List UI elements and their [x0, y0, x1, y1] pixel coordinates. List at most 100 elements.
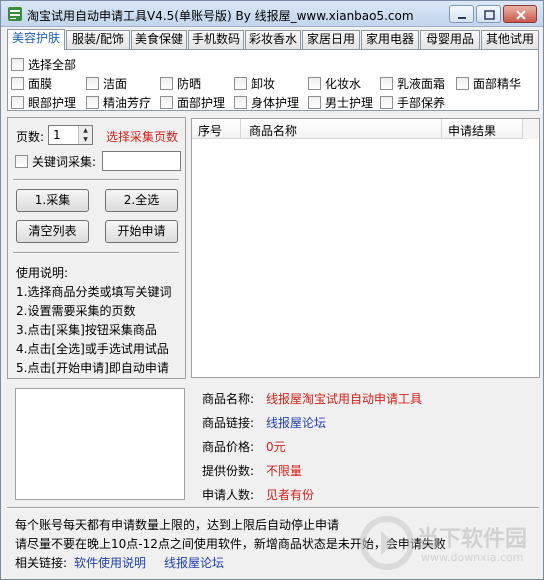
- checkbox-box[interactable]: [11, 96, 24, 109]
- checkbox-category[interactable]: 化妆水: [308, 75, 361, 92]
- checkbox-label: 卸妆: [251, 77, 276, 91]
- collect-button[interactable]: 1.采集: [16, 189, 89, 212]
- checkbox-box[interactable]: [380, 96, 393, 109]
- watermark-logo-icon: [360, 516, 414, 570]
- detail-name-value: 线报屋淘宝试用自动申请工具: [266, 392, 423, 406]
- checkbox-box[interactable]: [308, 77, 321, 90]
- instructions-title: 使用说明:: [16, 266, 69, 280]
- checkbox-category[interactable]: 防晒: [160, 75, 201, 92]
- divider: [7, 507, 539, 509]
- checkbox-label: 男士护理: [325, 96, 374, 110]
- checkbox-select-all[interactable]: 选择全部: [11, 56, 76, 73]
- app-window: 淘宝试用自动申请工具V4.5(单账号版) By 线报屋_www.xianbao5…: [0, 0, 544, 580]
- checkbox-box[interactable]: [234, 77, 247, 90]
- checkbox-label: 面部护理: [177, 96, 226, 110]
- checkbox-box[interactable]: [160, 96, 173, 109]
- checkbox-label: 化妆水: [325, 77, 362, 91]
- footer-link-manual[interactable]: 软件使用说明: [74, 554, 146, 571]
- tab-home[interactable]: 家居日用: [302, 30, 360, 49]
- checkbox-box[interactable]: [86, 96, 99, 109]
- tab-digital[interactable]: 手机数码: [188, 30, 244, 49]
- column-separator[interactable]: [441, 119, 442, 139]
- tab-appliances[interactable]: 家用电器: [361, 30, 419, 49]
- checkbox-label: 选择全部: [28, 58, 77, 72]
- spin-down-icon[interactable]: ▼: [78, 135, 92, 144]
- maximize-button[interactable]: [476, 5, 501, 23]
- keyword-checkbox[interactable]: 关键词采集:: [15, 153, 96, 170]
- close-button[interactable]: [503, 5, 537, 23]
- checkbox-box[interactable]: [15, 155, 28, 168]
- instruction-step: 2.设置需要采集的页数: [16, 304, 136, 318]
- detail-price-value: 0元: [266, 440, 286, 454]
- checkbox-box[interactable]: [11, 77, 24, 90]
- checkbox-category[interactable]: 乳液面霜: [380, 75, 445, 92]
- category-tabs: 美容护肤 服装/配饰 美食保健 手机数码 彩妆香水 家居日用 家用电器 母婴用品…: [7, 29, 539, 50]
- app-icon: [8, 7, 22, 21]
- title-bar[interactable]: 淘宝试用自动申请工具V4.5(单账号版) By 线报屋_www.xianbao5…: [1, 1, 543, 27]
- tab-beauty-skincare[interactable]: 美容护肤: [7, 29, 65, 50]
- checkbox-category[interactable]: 面部精华: [456, 75, 521, 92]
- minimize-button[interactable]: [449, 5, 474, 23]
- checkbox-category[interactable]: 面部护理: [160, 94, 225, 111]
- checkbox-category[interactable]: 洁面: [86, 75, 127, 92]
- watermark-brand: 当下软件园: [417, 527, 528, 552]
- checkbox-category[interactable]: 眼部护理: [11, 94, 76, 111]
- watermark-url: www.downxia.com: [421, 551, 524, 564]
- column-header-index[interactable]: 序号: [198, 122, 222, 139]
- results-table[interactable]: [191, 118, 540, 378]
- checkbox-label: 手部保养: [397, 96, 446, 110]
- tab-mother-baby[interactable]: 母婴用品: [420, 30, 480, 49]
- column-header-name[interactable]: 商品名称: [249, 122, 297, 139]
- start-apply-button[interactable]: 开始申请: [105, 220, 178, 243]
- checkbox-label: 身体护理: [251, 96, 300, 110]
- table-header-filler: [522, 119, 539, 139]
- checkbox-box[interactable]: [234, 96, 247, 109]
- checkbox-box[interactable]: [11, 58, 24, 71]
- detail-price-label: 商品价格:: [202, 440, 255, 454]
- footer-links-label: 相关链接:: [15, 556, 68, 570]
- checkbox-category[interactable]: 手部保养: [380, 94, 445, 111]
- detail-link-value[interactable]: 线报屋论坛: [266, 414, 326, 431]
- column-header-result[interactable]: 申请结果: [448, 122, 496, 139]
- detail-supply-value: 不限量: [266, 464, 303, 478]
- select-all-button[interactable]: 2.全选: [105, 189, 178, 212]
- maximize-icon: [484, 10, 495, 20]
- tab-other[interactable]: 其他试用: [481, 30, 539, 49]
- table-header: 序号 商品名称 申请结果: [192, 119, 539, 139]
- detail-applicants-label: 申请人数:: [202, 488, 255, 502]
- divider: [13, 252, 179, 254]
- checkbox-box[interactable]: [86, 77, 99, 90]
- checkbox-label: 眼部护理: [28, 96, 77, 110]
- pages-stepper[interactable]: 1 ▲ ▼: [48, 125, 93, 145]
- keyword-label: 关键词采集:: [32, 155, 97, 169]
- checkbox-box[interactable]: [308, 96, 321, 109]
- instruction-step: 3.点击[采集]按钮采集商品: [16, 323, 157, 337]
- keyword-input[interactable]: [102, 151, 181, 171]
- watermark: 当下软件园 www.downxia.com: [355, 511, 541, 579]
- spin-up-icon[interactable]: ▲: [78, 126, 92, 135]
- tab-makeup[interactable]: 彩妆香水: [245, 30, 301, 49]
- instruction-step: 5.点击[开始申请]即自动申请: [16, 361, 169, 375]
- footer-note-1: 每个账号每天都有申请数量上限的，达到上限后自动停止申请: [15, 518, 340, 532]
- clear-list-button[interactable]: 清空列表: [16, 220, 89, 243]
- checkbox-box[interactable]: [380, 77, 393, 90]
- checkbox-label: 面膜: [28, 77, 53, 91]
- tab-food-health[interactable]: 美食保健: [131, 30, 187, 49]
- checkbox-box[interactable]: [456, 77, 469, 90]
- detail-applicants-value: 见者有份: [266, 488, 315, 502]
- column-separator[interactable]: [240, 119, 241, 139]
- checkbox-category[interactable]: 卸妆: [234, 75, 275, 92]
- checkbox-category[interactable]: 男士护理: [308, 94, 373, 111]
- pages-value[interactable]: 1: [53, 128, 61, 142]
- tab-clothing[interactable]: 服装/配饰: [66, 30, 130, 49]
- pages-label: 页数:: [16, 130, 45, 144]
- checkbox-box[interactable]: [160, 77, 173, 90]
- product-image-preview: [15, 388, 185, 500]
- checkbox-category[interactable]: 精油芳疗: [86, 94, 151, 111]
- checkbox-category[interactable]: 身体护理: [234, 94, 299, 111]
- checkbox-category[interactable]: 面膜: [11, 75, 52, 92]
- checkbox-label: 防晒: [177, 77, 202, 91]
- detail-link-label: 商品链接:: [202, 416, 255, 430]
- checkbox-label: 面部精华: [473, 77, 522, 91]
- footer-link-forum[interactable]: 线报屋论坛: [164, 554, 224, 571]
